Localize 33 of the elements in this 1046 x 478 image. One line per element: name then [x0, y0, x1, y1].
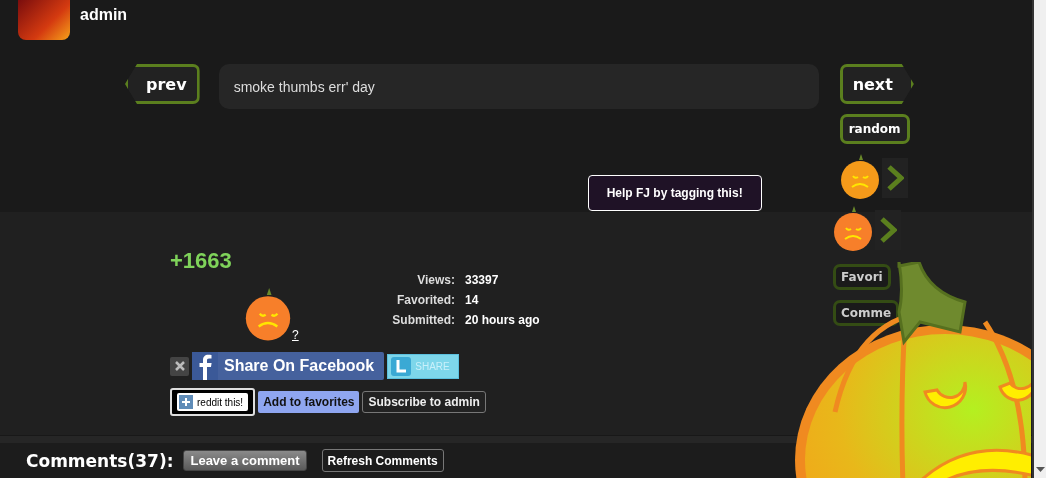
subscribe-button[interactable]: Subscribe to admin: [362, 391, 486, 413]
avatar-picture[interactable]: [18, 0, 70, 40]
twitter-logo-icon: [391, 356, 412, 376]
help-link[interactable]: ?: [292, 328, 299, 342]
favorite-button[interactable]: Add to favorites: [258, 391, 360, 413]
prev-button[interactable]: prev: [125, 64, 200, 104]
side-button[interactable]: Comme: [833, 300, 900, 326]
side-button[interactable]: Favori: [833, 264, 891, 290]
facebook-logo-icon: [192, 352, 218, 380]
tag-prompt-button[interactable]: Help FJ by tagging this!: [587, 175, 762, 211]
scroll-down-icon[interactable]: [1035, 467, 1045, 472]
stat-label: Submitted:: [391, 313, 455, 327]
pumpkin-icon[interactable]: [839, 154, 880, 202]
pumpkin-icon[interactable]: [833, 206, 873, 254]
stat-label: Views:: [416, 273, 455, 287]
user-name[interactable]: admin: [80, 6, 128, 24]
score: +1663: [170, 248, 233, 274]
stat-value: 14: [465, 293, 480, 307]
close-icon: [174, 361, 185, 371]
refresh-comments-button[interactable]: Refresh Comments: [321, 449, 444, 472]
stat-value: 33397: [465, 273, 500, 287]
leave-comment-button[interactable]: Leave a comment: [183, 450, 307, 471]
reddit-button[interactable]: reddit this!: [170, 388, 256, 416]
next-button[interactable]: next: [839, 64, 914, 104]
random-button[interactable]: random: [839, 114, 910, 144]
facebook-share-button[interactable]: Share On Facebook: [192, 352, 385, 380]
chevron-right-icon[interactable]: [881, 158, 908, 198]
comments-heading: Comments(37):: [26, 450, 174, 471]
post-title: smoke thumbs err' day: [218, 64, 819, 109]
plus-icon: [179, 395, 193, 409]
close-button[interactable]: [170, 356, 189, 376]
stat-value: 20 hours ago: [465, 313, 540, 327]
stat-label: Favorited:: [396, 293, 455, 307]
